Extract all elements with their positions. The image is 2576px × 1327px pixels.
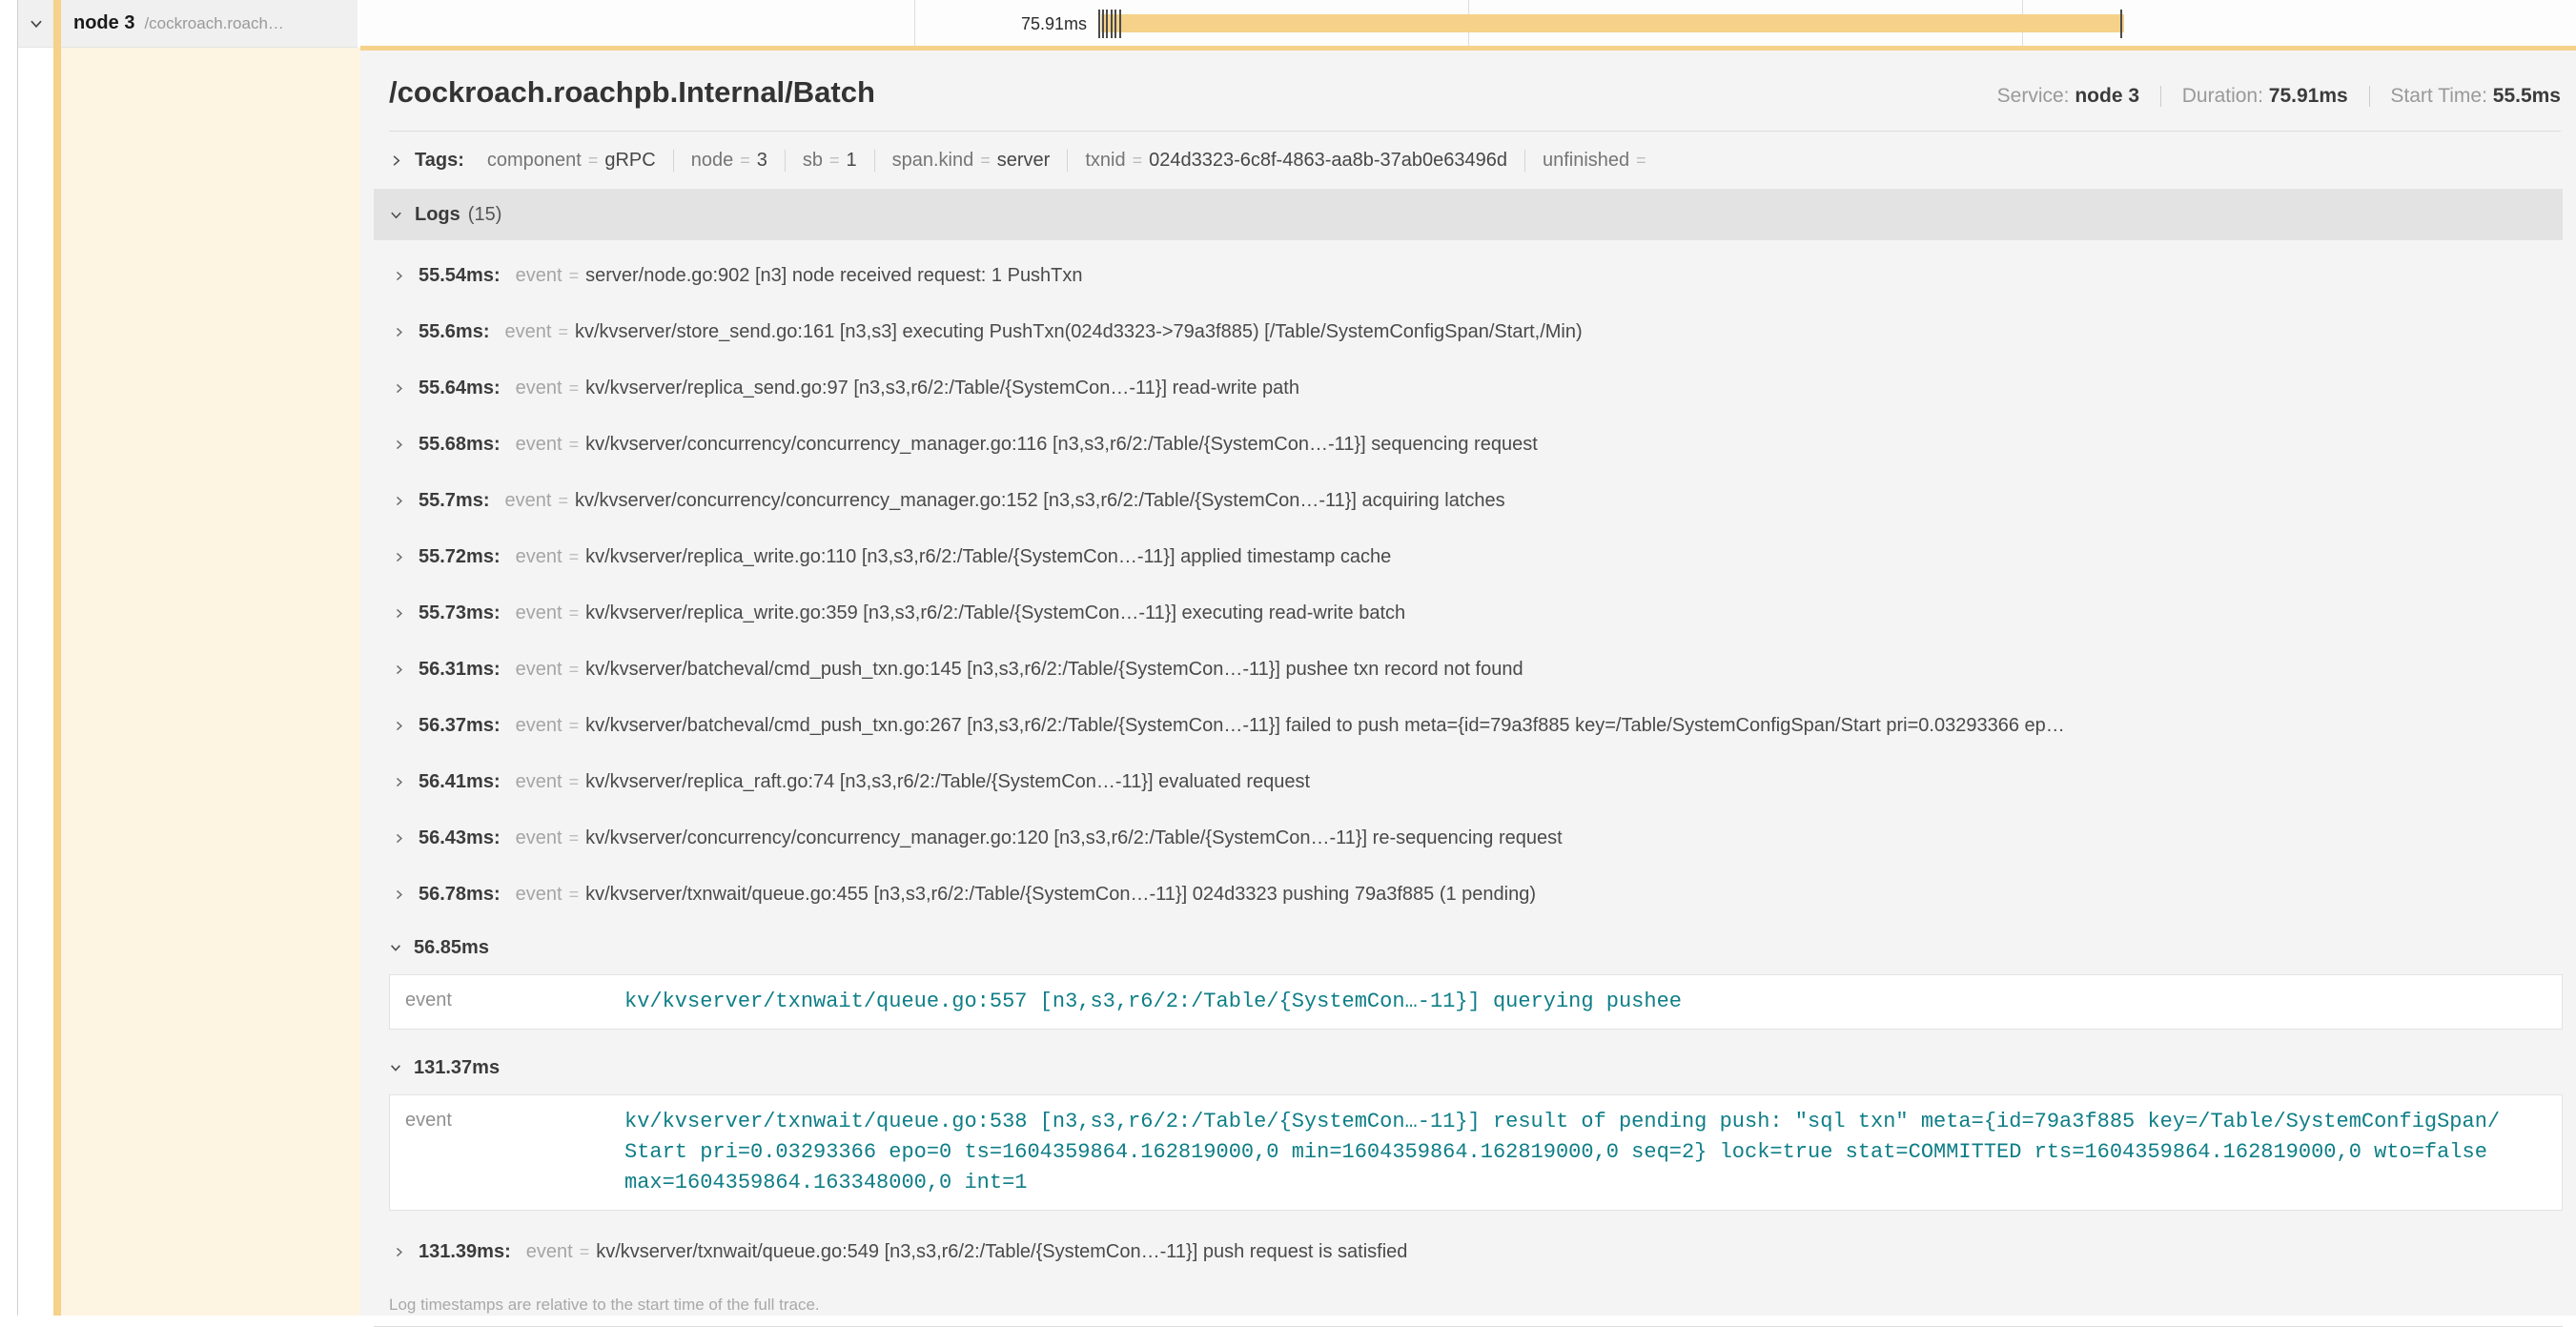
header-divider: [389, 131, 2561, 132]
log-row[interactable]: 55.54ms:event=server/node.go:902 [n3] no…: [374, 248, 2563, 304]
tags-accordion-header[interactable]: Tags: component=gRPC node=3 sb=1 span.ki…: [389, 139, 2561, 181]
log-entry-expanded-header[interactable]: 56.85ms: [374, 923, 2563, 972]
log-row[interactable]: 56.41ms:event=kv/kvserver/replica_raft.g…: [374, 754, 2563, 810]
span-operation-name: /cockroach.roach…: [144, 14, 283, 33]
log-row[interactable]: 55.73ms:event=kv/kvserver/replica_write.…: [374, 585, 2563, 642]
log-marker: [1119, 10, 1121, 38]
log-entry-expanded-header[interactable]: 131.37ms: [374, 1043, 2563, 1092]
log-row[interactable]: 56.37ms:event=kv/kvserver/batcheval/cmd_…: [374, 698, 2563, 754]
tag-item: sb=1: [785, 150, 874, 172]
chevron-right-icon: [393, 270, 405, 282]
log-row[interactable]: 55.68ms:event=kv/kvserver/concurrency/co…: [374, 417, 2563, 473]
chevron-right-icon: [393, 439, 405, 451]
service-label: Service:: [1997, 85, 2070, 107]
span-overview: Service: node 3 Duration: 75.91ms Start …: [1997, 85, 2561, 108]
logs-accordion-header[interactable]: Logs (15): [374, 189, 2563, 240]
log-marker: [1106, 10, 1108, 38]
log-entry-detail-table: event kv/kvserver/txnwait/queue.go:538 […: [389, 1094, 2563, 1211]
log-marker: [1102, 10, 1104, 38]
chevron-right-icon: [393, 551, 405, 563]
log-marker: [1114, 10, 1116, 38]
chevron-right-icon: [393, 776, 405, 788]
detail-row-tint: [61, 48, 360, 1316]
tag-item: span.kind=server: [874, 150, 1068, 172]
duration-value: 75.91ms: [2269, 85, 2348, 107]
chevron-right-icon: [393, 1246, 405, 1258]
span-service-name: node 3: [73, 12, 134, 34]
chevron-down-icon: [389, 941, 402, 954]
overview-separator: [2369, 86, 2370, 107]
span-name-cell[interactable]: node 3 /cockroach.roach…: [18, 0, 358, 48]
log-row[interactable]: 131.39ms:event=kv/kvserver/txnwait/queue…: [374, 1224, 2563, 1280]
tag-item: unfinished=: [1524, 150, 1670, 172]
row-indent-guide: [17, 0, 18, 1316]
log-marker: [1111, 10, 1113, 38]
page-title: /cockroach.roachpb.Internal/Batch: [389, 75, 1997, 110]
overview-separator: [2160, 86, 2161, 107]
log-field-value: kv/kvserver/txnwait/queue.go:538 [n3,s3,…: [624, 1107, 2512, 1198]
chevron-right-icon: [389, 153, 403, 168]
span-timeline-cell: 75.91ms: [360, 0, 2576, 48]
chevron-right-icon: [393, 720, 405, 732]
tag-item: node=3: [673, 150, 785, 172]
detail-row-color-band: [53, 48, 61, 1316]
start-time-label: Start Time:: [2390, 85, 2487, 107]
log-row[interactable]: 55.64ms:event=kv/kvserver/replica_send.g…: [374, 360, 2563, 417]
log-marker: [1098, 10, 1100, 38]
chevron-right-icon: [393, 888, 405, 901]
log-field-key: event: [405, 1107, 624, 1132]
chevron-right-icon: [393, 607, 405, 620]
logs-section: Logs (15) 55.54ms:event=server/node.go:9…: [374, 189, 2563, 1327]
log-field-value: kv/kvserver/txnwait/queue.go:557 [n3,s3,…: [624, 987, 1682, 1017]
chevron-down-icon: [389, 208, 403, 222]
chevron-down-icon: [389, 1061, 402, 1074]
log-entry-detail-table: event kv/kvserver/txnwait/queue.go:557 […: [389, 974, 2563, 1030]
chevron-right-icon: [393, 832, 405, 845]
chevron-right-icon: [393, 382, 405, 395]
span-row: node 3 /cockroach.roach… 75.91ms: [0, 0, 2576, 48]
start-time-value: 55.5ms: [2493, 85, 2561, 107]
log-row[interactable]: 56.78ms:event=kv/kvserver/txnwait/queue.…: [374, 867, 2563, 923]
log-row[interactable]: 55.6ms:event=kv/kvserver/store_send.go:1…: [374, 304, 2563, 360]
span-detail-panel: /cockroach.roachpb.Internal/Batch Servic…: [360, 46, 2576, 1316]
span-color-bar: [53, 0, 61, 48]
timeline-gridline: [914, 0, 915, 48]
logs-footer-note: Log timestamps are relative to the start…: [389, 1296, 2563, 1315]
tag-item: txnid=024d3323-6c8f-4863-aa8b-37ab0e6349…: [1067, 150, 1524, 172]
chevron-right-icon: [393, 495, 405, 507]
tags-label: Tags:: [415, 150, 464, 172]
chevron-down-icon: [28, 15, 45, 32]
chevron-right-icon: [393, 326, 405, 338]
log-row[interactable]: 56.43ms:event=kv/kvserver/concurrency/co…: [374, 810, 2563, 867]
log-field-key: event: [405, 987, 624, 1011]
log-row[interactable]: 55.7ms:event=kv/kvserver/concurrency/con…: [374, 473, 2563, 529]
logs-count: (15): [468, 204, 502, 226]
span-duration-label: 75.91ms: [992, 0, 1087, 48]
log-marker: [2120, 10, 2122, 38]
duration-label: Duration:: [2182, 85, 2263, 107]
log-row[interactable]: 56.31ms:event=kv/kvserver/batcheval/cmd_…: [374, 642, 2563, 698]
logs-title: Logs: [415, 204, 460, 226]
log-row[interactable]: 55.72ms:event=kv/kvserver/replica_write.…: [374, 529, 2563, 585]
log-rows: 55.54ms:event=server/node.go:902 [n3] no…: [374, 248, 2563, 1280]
chevron-right-icon: [393, 664, 405, 676]
span-bar[interactable]: [1101, 14, 2124, 32]
tag-item: component=gRPC: [470, 150, 673, 172]
service-value: node 3: [2075, 85, 2139, 107]
